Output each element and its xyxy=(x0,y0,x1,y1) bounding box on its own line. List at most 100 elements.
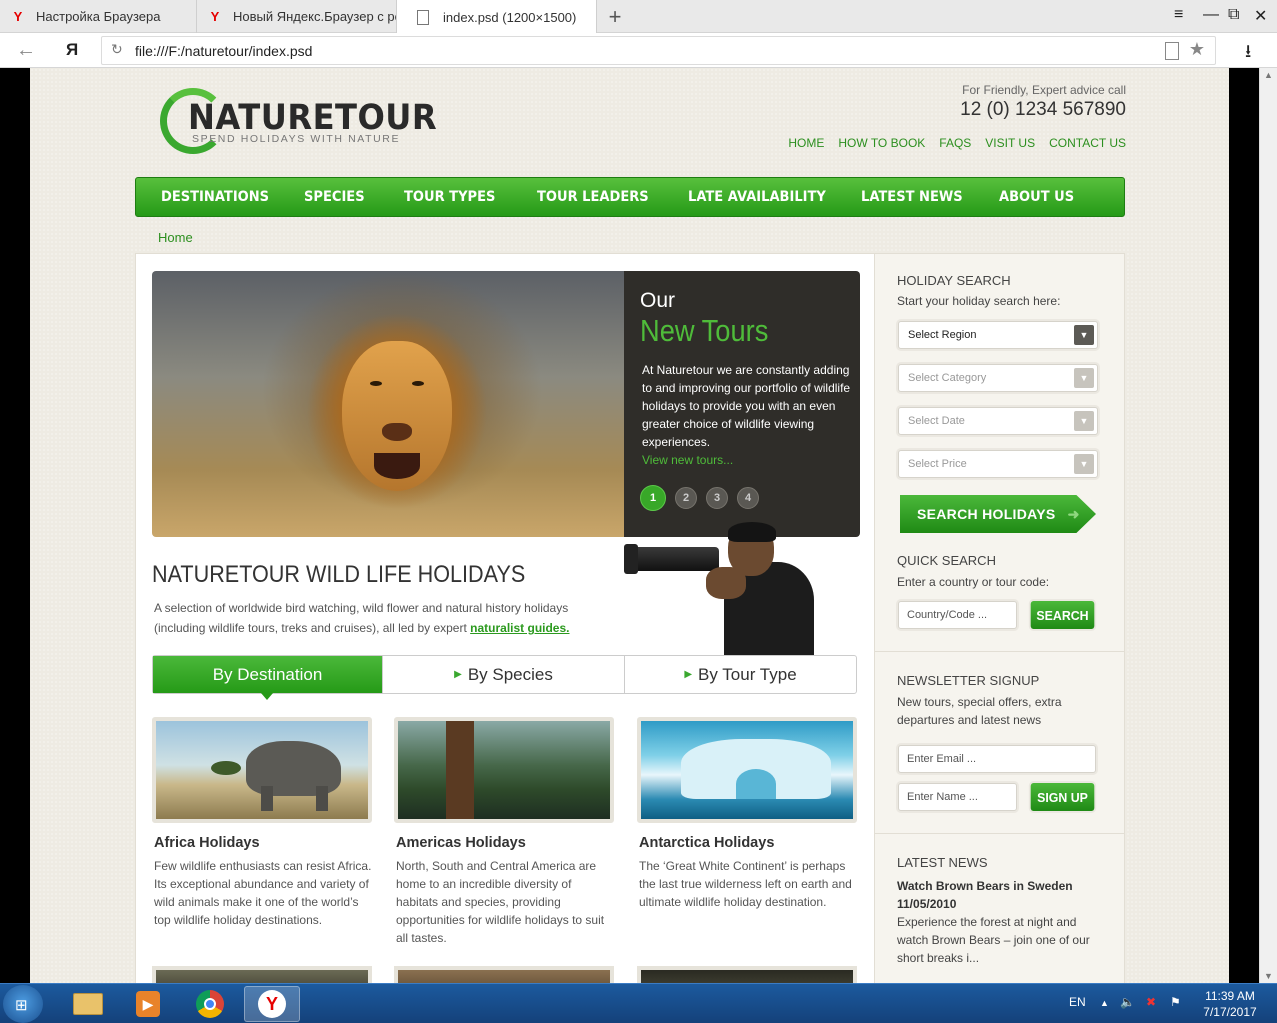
scroll-down-arrow-icon[interactable]: ▼ xyxy=(1264,971,1273,981)
select-region[interactable]: Select Region ▼ xyxy=(898,321,1098,349)
top-link-visit-us[interactable]: VISIT US xyxy=(985,136,1035,150)
tab-by-tour-type[interactable]: ▶ By Tour Type xyxy=(625,656,856,693)
page-icon[interactable] xyxy=(1165,42,1179,60)
slider-dot-4[interactable]: 4 xyxy=(737,487,759,509)
sign-up-button[interactable]: SIGN UP xyxy=(1030,783,1095,811)
nav-tour-leaders[interactable]: TOUR LEADERS xyxy=(537,189,649,205)
dropdown-arrow-icon[interactable]: ▼ xyxy=(1074,411,1094,431)
tab-by-species[interactable]: ▶ By Species xyxy=(383,656,624,693)
slider-dots: 1 2 3 4 xyxy=(640,485,759,511)
card-title[interactable]: Antarctica Holidays xyxy=(639,835,857,851)
menu-icon[interactable]: ≡ xyxy=(1174,6,1183,24)
select-price[interactable]: Select Price ▼ xyxy=(898,450,1098,478)
slider-dot-3[interactable]: 3 xyxy=(706,487,728,509)
slider-dot-2[interactable]: 2 xyxy=(675,487,697,509)
show-hidden-icons-icon[interactable]: ▲ xyxy=(1100,998,1109,1008)
back-arrow-icon[interactable]: ← xyxy=(16,39,36,62)
bookmark-star-icon[interactable]: ★ xyxy=(1189,39,1205,60)
tab-by-destination[interactable]: By Destination xyxy=(153,656,382,700)
top-link-faqs[interactable]: FAQS xyxy=(939,136,971,150)
vertical-scrollbar[interactable]: ▲ ▼ xyxy=(1259,68,1277,983)
hero-kicker: Our xyxy=(640,289,676,312)
url-field[interactable]: ↻ file:///F:/naturetour/index.psd ★ xyxy=(101,36,1216,65)
nav-species[interactable]: SPECIES xyxy=(304,189,365,205)
nav-latest-news[interactable]: LATEST NEWS xyxy=(861,189,963,205)
tab-label: By Destination xyxy=(212,664,323,684)
card-image-partial[interactable] xyxy=(394,966,614,983)
logo-title[interactable]: NATURETOUR xyxy=(188,98,437,138)
elephant-leg-shape xyxy=(316,786,328,811)
hero-view-tours-link[interactable]: View new tours... xyxy=(642,453,733,467)
lion-eye-shape xyxy=(370,381,382,386)
browser-tab-index-psd[interactable]: index.psd (1200×1500) xyxy=(397,0,597,34)
select-value: Select Date xyxy=(908,415,965,427)
download-icon[interactable]: ⭳ xyxy=(1245,39,1251,69)
top-link-home[interactable]: HOME xyxy=(788,136,824,150)
yandex-browser-taskbar-icon[interactable]: Y xyxy=(244,986,300,1022)
yandex-home-button[interactable]: Я xyxy=(66,40,78,60)
file-explorer-icon[interactable] xyxy=(60,986,116,1022)
browser-tab-settings[interactable]: Y Настройка Браузера xyxy=(0,0,197,33)
nav-late-availability[interactable]: LATE AVAILABILITY xyxy=(688,189,826,205)
start-button[interactable]: ⊞ xyxy=(3,985,43,1023)
dropdown-arrow-icon[interactable]: ▼ xyxy=(1074,368,1094,388)
quick-search-intro: Enter a country or tour code: xyxy=(897,575,1050,589)
naturalist-guides-link[interactable]: naturalist guides. xyxy=(470,621,569,635)
africa-elephant-image[interactable] xyxy=(152,717,372,823)
main-content: Our New Tours At Naturetour we are const… xyxy=(135,253,875,983)
reload-icon[interactable]: ↻ xyxy=(111,41,123,58)
new-tab-button[interactable]: + xyxy=(604,4,626,30)
country-code-input[interactable]: Country/Code ... xyxy=(898,601,1017,629)
chrome-icon[interactable] xyxy=(182,986,238,1022)
hero-panel: Our New Tours At Naturetour we are const… xyxy=(624,271,860,537)
newsletter-heading: NEWSLETTER SIGNUP xyxy=(897,673,1040,688)
news-item-title[interactable]: Watch Brown Bears in Sweden xyxy=(897,877,1073,895)
taskbar-clock[interactable]: 11:39 AM 7/17/2017 xyxy=(1195,988,1265,1020)
name-input[interactable]: Enter Name ... xyxy=(898,783,1017,811)
select-category[interactable]: Select Category ▼ xyxy=(898,364,1098,392)
nav-destinations[interactable]: DESTINATIONS xyxy=(161,189,269,205)
americas-forest-image[interactable] xyxy=(394,717,614,823)
card-title[interactable]: Americas Holidays xyxy=(396,835,614,851)
card-image-partial[interactable] xyxy=(152,966,372,983)
nav-tour-types[interactable]: TOUR TYPES xyxy=(404,189,495,205)
card-antarctica[interactable]: Antarctica Holidays The ‘Great White Con… xyxy=(637,717,857,911)
close-icon[interactable]: ✕ xyxy=(1254,6,1267,26)
document-icon xyxy=(417,9,429,25)
section-title: NATURETOUR WILD LIFE HOLIDAYS xyxy=(152,561,526,588)
dropdown-arrow-icon[interactable]: ▼ xyxy=(1074,454,1094,474)
newsletter-intro: New tours, special offers, extra departu… xyxy=(897,695,1062,727)
language-indicator[interactable]: EN xyxy=(1069,995,1086,1009)
top-links: HOME HOW TO BOOK FAQS VISIT US CONTACT U… xyxy=(788,136,1126,150)
browser-tab-new-yandex[interactable]: Y Новый Яндекс.Браузер с ре xyxy=(197,0,397,33)
scroll-up-arrow-icon[interactable]: ▲ xyxy=(1264,70,1273,80)
card-africa[interactable]: Africa Holidays Few wildlife enthusiasts… xyxy=(152,717,372,929)
tab-label: By Species xyxy=(467,664,553,684)
network-error-icon[interactable]: ✖ xyxy=(1146,995,1156,1009)
select-date[interactable]: Select Date ▼ xyxy=(898,407,1098,435)
card-americas[interactable]: Americas Holidays North, South and Centr… xyxy=(394,717,614,947)
breadcrumb[interactable]: Home xyxy=(158,230,193,245)
action-center-icon[interactable]: ⚑ xyxy=(1170,995,1181,1009)
antarctica-iceberg-image[interactable] xyxy=(637,717,857,823)
url-text[interactable]: file:///F:/naturetour/index.psd xyxy=(135,43,312,59)
volume-icon[interactable]: 🔈 xyxy=(1120,995,1135,1009)
top-link-contact-us[interactable]: CONTACT US xyxy=(1049,136,1126,150)
email-input[interactable]: Enter Email ... xyxy=(898,745,1096,773)
restore-icon[interactable]: ⧉ xyxy=(1228,6,1239,24)
minimize-icon[interactable]: — xyxy=(1203,6,1219,24)
acacia-tree-shape xyxy=(211,761,241,775)
dropdown-arrow-icon[interactable]: ▼ xyxy=(1074,325,1094,345)
top-link-how-to-book[interactable]: HOW TO BOOK xyxy=(838,136,925,150)
card-title[interactable]: Africa Holidays xyxy=(154,835,372,851)
quick-search-button[interactable]: SEARCH xyxy=(1030,601,1095,629)
search-holidays-button[interactable]: SEARCH HOLIDAYS ➜ xyxy=(900,495,1096,533)
card-image-partial[interactable] xyxy=(637,966,857,983)
media-player-icon[interactable]: ▶ xyxy=(120,986,176,1022)
latest-news-heading: LATEST NEWS xyxy=(897,855,988,870)
slider-dot-1[interactable]: 1 xyxy=(640,485,666,511)
main-navigation: DESTINATIONS SPECIES TOUR TYPES TOUR LEA… xyxy=(135,177,1125,217)
lion-face-shape xyxy=(342,341,452,491)
yandex-icon: Y xyxy=(210,9,220,24)
nav-about-us[interactable]: ABOUT US xyxy=(999,189,1074,205)
